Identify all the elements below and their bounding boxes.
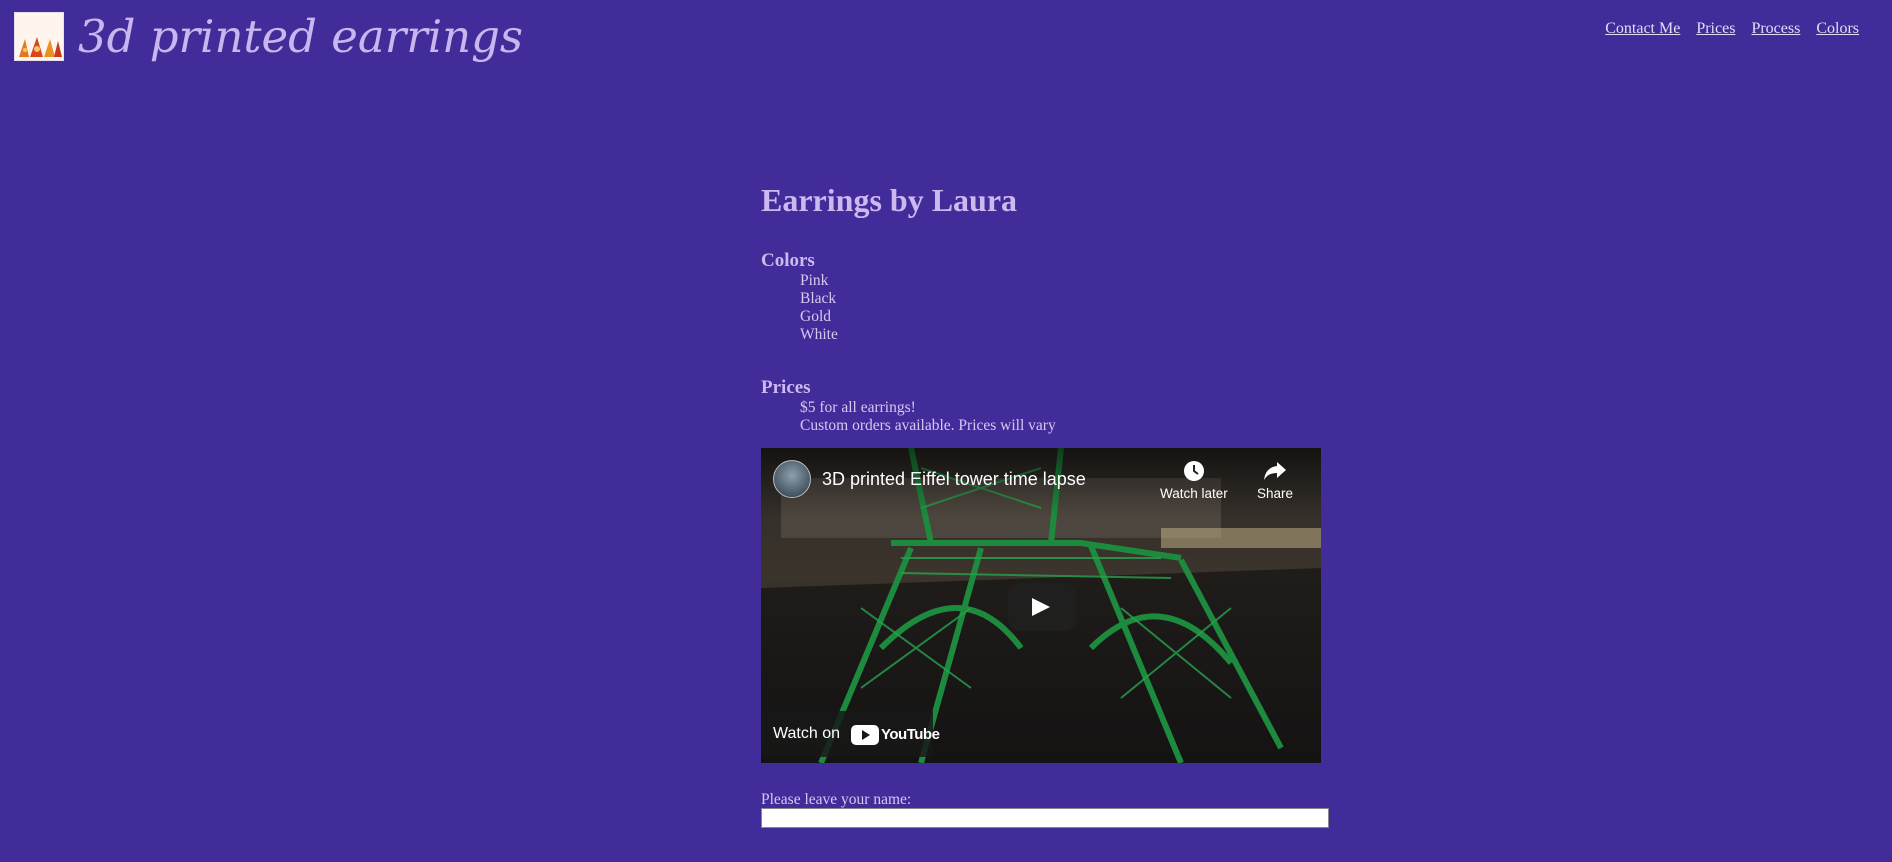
watch-on-label: Watch on — [773, 724, 840, 742]
play-icon — [1032, 597, 1050, 616]
play-button[interactable] — [1008, 582, 1076, 631]
site-title: 3d printed earrings — [78, 10, 524, 63]
list-item: $5 for all earrings! — [800, 398, 916, 416]
video-title[interactable]: 3D printed Eiffel tower time lapse — [822, 469, 1086, 490]
watch-on-youtube-button[interactable]: Watch on YouTube — [761, 710, 940, 757]
video-embed[interactable]: 3D printed Eiffel tower time lapse Watch… — [761, 447, 1321, 763]
nav-link-contact-me[interactable]: Contact Me — [1605, 20, 1680, 38]
name-input[interactable] — [761, 807, 1329, 828]
list-item: Custom orders available. Prices will var… — [800, 416, 1056, 434]
share-label: Share — [1257, 485, 1294, 501]
list-item: Pink — [800, 272, 829, 290]
colors-heading: Colors — [761, 250, 815, 272]
youtube-wordmark: YouTube — [881, 725, 940, 743]
colors-list: Pink Black Gold White — [761, 272, 1361, 344]
main-content: Earrings by Laura Colors Pink Black Gold… — [761, 182, 1361, 828]
list-item: White — [800, 326, 838, 344]
clock-icon — [1183, 460, 1204, 481]
nav-link-process[interactable]: Process — [1751, 20, 1800, 38]
nav-link-prices[interactable]: Prices — [1696, 20, 1735, 38]
list-item: Black — [800, 290, 837, 308]
youtube-logo-icon — [851, 724, 879, 745]
prices-list: $5 for all earrings! Custom orders avail… — [761, 399, 1361, 435]
channel-avatar[interactable] — [773, 459, 811, 498]
page-heading: Earrings by Laura — [761, 182, 1018, 218]
logo-image — [14, 12, 64, 61]
top-nav: Contact Me Prices Process Colors — [1605, 20, 1859, 38]
prices-heading: Prices — [761, 377, 811, 399]
list-item: Gold — [800, 308, 831, 326]
site-header: 3d printed earrings Contact Me Prices Pr… — [0, 0, 1892, 80]
watch-later-label: Watch later — [1160, 485, 1228, 501]
nav-link-colors[interactable]: Colors — [1816, 20, 1859, 38]
share-icon — [1264, 461, 1287, 480]
watch-later-button[interactable]: Watch later — [1160, 460, 1228, 501]
share-button[interactable]: Share — [1257, 460, 1293, 501]
name-label: Please leave your name: — [761, 790, 912, 808]
